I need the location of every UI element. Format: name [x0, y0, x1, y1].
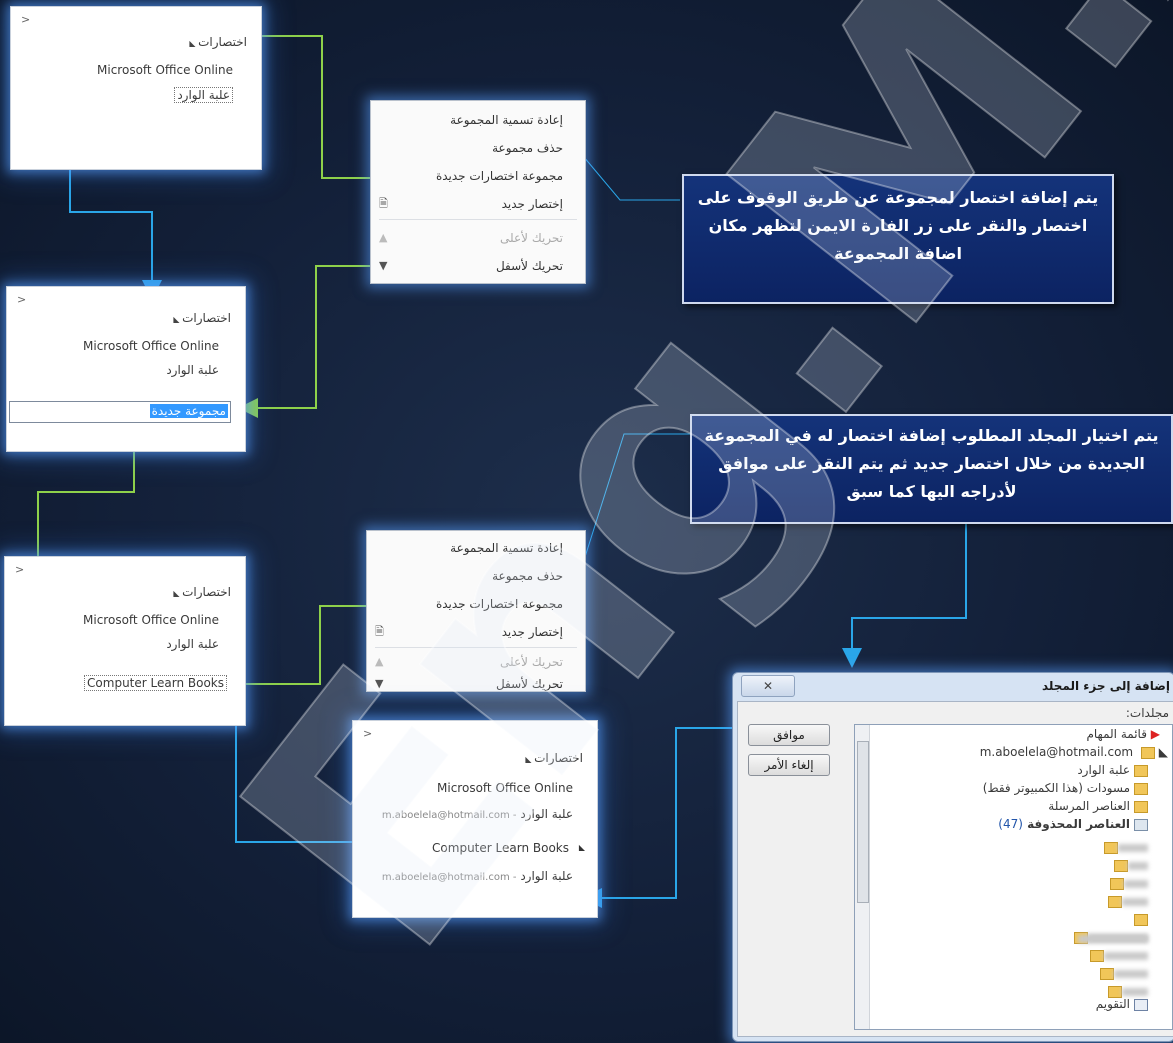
- ok-button[interactable]: موافق: [748, 724, 830, 746]
- blurred-folder-list: [1068, 837, 1148, 999]
- office-online-shortcut[interactable]: Microsoft Office Online: [83, 339, 219, 353]
- arrow-7: [842, 524, 967, 668]
- nav-pane-step3: > اختصارات Microsoft Office Online علبة …: [4, 556, 246, 726]
- dialog-body: مجلدات: موافق إلغاء الأمر ▶ قائمة المهام…: [737, 701, 1173, 1037]
- shortcuts-header[interactable]: اختصارات: [173, 311, 231, 325]
- context-menu-step1: إعادة تسمية المجموعة حذف مجموعة مجموعة ا…: [370, 100, 586, 284]
- move-down-icon: ▼: [379, 259, 388, 272]
- tree-deleted-label: العناصر المحذوفة: [1027, 817, 1130, 831]
- new-group-name-input[interactable]: مجموعة جديدة: [9, 401, 231, 423]
- mailbox-icon: [1140, 746, 1155, 759]
- menu-move-down[interactable]: تحريك لأسفل: [496, 259, 563, 273]
- new-group-text: مجموعة جديدة: [149, 404, 228, 418]
- account-label: m.aboelela@hotmail.com: [979, 745, 1134, 759]
- office-online-shortcut[interactable]: Microsoft Office Online: [83, 613, 219, 627]
- cancel-button[interactable]: إلغاء الأمر: [748, 754, 830, 776]
- inbox-shortcut[interactable]: علبة الوارد: [166, 363, 219, 377]
- deleted-count: (47): [998, 817, 1023, 831]
- dialog-title: إضافة إلى جزء المجلد: [1041, 679, 1170, 693]
- flag-icon: ▶: [1150, 727, 1160, 741]
- folder-icon: [1134, 800, 1148, 813]
- inbox-shortcut[interactable]: علبة الوارد: [166, 637, 219, 651]
- dialog-close-button[interactable]: ✕: [741, 675, 795, 697]
- menu-move-up: تحريك لأعلى: [500, 231, 563, 245]
- menu-delete-group[interactable]: حذف مجموعة: [492, 141, 563, 155]
- add-to-folder-pane-dialog: ✕ إضافة إلى جزء المجلد مجلدات: موافق إلغ…: [732, 672, 1173, 1042]
- tree-tasks-label: قائمة المهام: [1086, 727, 1147, 741]
- nav-pane-step1: > اختصارات Microsoft Office Online علبة …: [10, 6, 262, 170]
- menu-rename-group[interactable]: إعادة تسمية المجموعة: [450, 113, 563, 127]
- new-shortcut-icon: 🗎: [379, 197, 388, 210]
- tree-inbox[interactable]: علبة الوارد: [1077, 763, 1148, 777]
- shortcuts-header[interactable]: اختصارات: [189, 35, 247, 49]
- tree-drafts-label: مسودات (هذا الكمبيوتر فقط): [982, 781, 1130, 795]
- close-icon: ✕: [762, 679, 774, 693]
- menu-separator: [379, 219, 577, 220]
- folders-label: مجلدات:: [1125, 706, 1169, 720]
- tree-drafts[interactable]: مسودات (هذا الكمبيوتر فقط): [983, 781, 1148, 795]
- calendar-icon: [1134, 998, 1148, 1011]
- arrow-3: [238, 265, 398, 418]
- expand-chevron-icon[interactable]: >: [21, 13, 30, 26]
- inbox-shortcut[interactable]: علبة الوارد: [174, 87, 233, 103]
- menu-new-shortcut[interactable]: إختصار جديد: [502, 197, 563, 211]
- expand-chevron-icon[interactable]: >: [17, 293, 26, 306]
- office-online-shortcut[interactable]: Microsoft Office Online: [97, 63, 233, 77]
- folder-icon: [1134, 764, 1148, 777]
- folder-icon: [1134, 782, 1148, 795]
- new-group-label[interactable]: Computer Learn Books: [84, 675, 227, 691]
- tree-calendar[interactable]: التقويم: [1096, 997, 1148, 1011]
- tree-scrollbar[interactable]: [855, 725, 870, 1029]
- move-up-icon: ▲: [379, 231, 388, 244]
- tree-inbox-label: علبة الوارد: [1077, 763, 1130, 777]
- menu-new-shortcut-group[interactable]: مجموعة اختصارات جديدة: [436, 169, 563, 183]
- tree-sent-label: العناصر المرسلة: [1048, 799, 1130, 813]
- tree-deleted[interactable]: العناصر المحذوفة (47): [998, 817, 1148, 831]
- trash-icon: [1134, 818, 1148, 831]
- nav-pane-step2: > اختصارات Microsoft Office Online علبة …: [6, 286, 246, 452]
- tree-sent[interactable]: العناصر المرسلة: [1048, 799, 1148, 813]
- tree-calendar-label: التقويم: [1095, 997, 1130, 1011]
- scroll-thumb[interactable]: [857, 741, 869, 903]
- tree-account[interactable]: m.aboelela@hotmail.com ◣: [980, 745, 1168, 759]
- expand-chevron-icon[interactable]: >: [15, 563, 24, 576]
- tree-tasks[interactable]: ▶ قائمة المهام: [1086, 727, 1160, 741]
- folder-tree[interactable]: ▶ قائمة المهام m.aboelela@hotmail.com ◣ …: [854, 724, 1173, 1030]
- shortcuts-header[interactable]: اختصارات: [173, 585, 231, 599]
